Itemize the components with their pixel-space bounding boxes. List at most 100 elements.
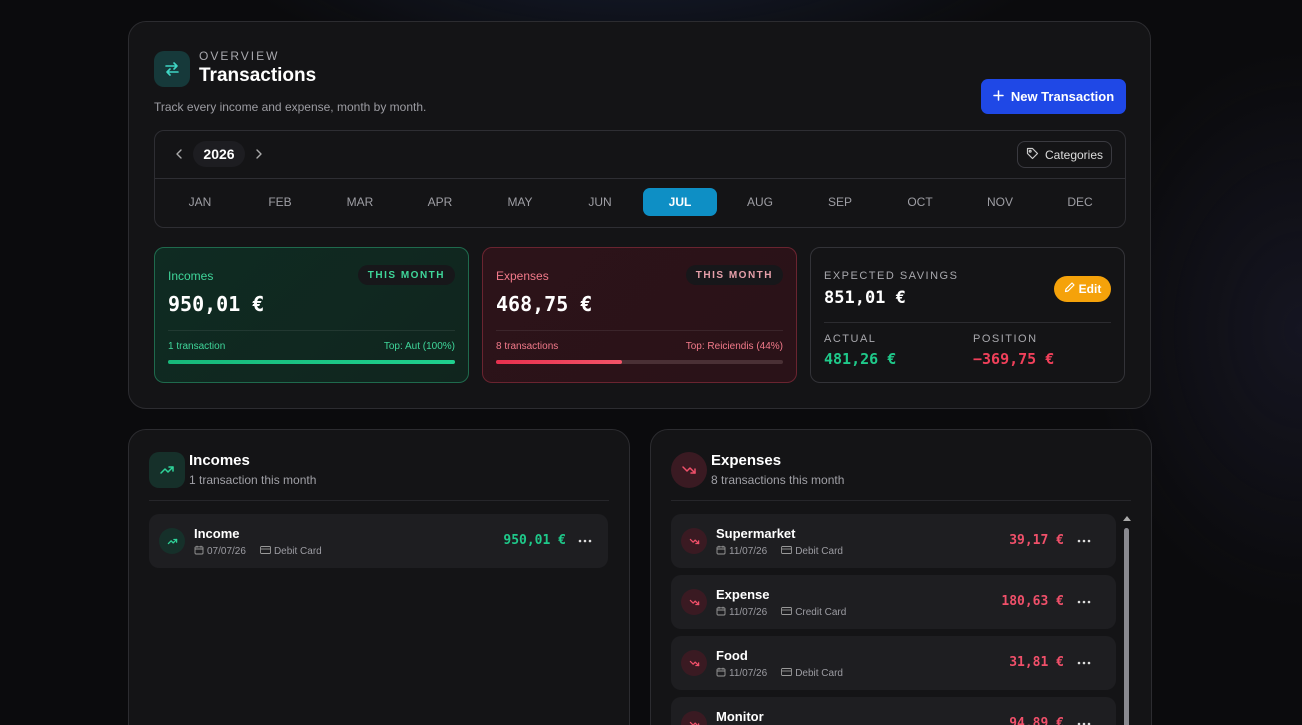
actual-label: ACTUAL [824,333,877,345]
incomes-list: Income 07/07/26 Debit Card 950,01 € [149,514,608,575]
overview-panel: OVERVIEW Transactions Track every income… [128,21,1151,409]
edit-savings-button[interactable]: Edit [1054,276,1111,302]
tab-month-dec[interactable]: DEC [1043,188,1117,216]
page-title: Transactions [199,65,317,86]
expense-list-item[interactable]: Supermarket 11/07/26 Debit Card 39,17 € [671,514,1116,568]
credit-card-icon [781,545,793,558]
calendar-icon [716,545,726,558]
transaction-amount: 39,17 € [1009,533,1064,548]
more-options-button[interactable] [575,528,595,548]
trending-up-icon [159,528,185,554]
tab-month-jun[interactable]: JUN [563,188,637,216]
scrollbar-thumb[interactable] [1124,528,1129,725]
more-options-button[interactable] [1074,711,1094,725]
transaction-date: 07/07/26 [207,546,246,557]
payment-method: Debit Card [795,546,843,557]
tab-month-mar[interactable]: MAR [323,188,397,216]
expenses-summary-card: Expenses THIS MONTH 468,75 € 8 transacti… [482,247,797,383]
payment-method: Credit Card [795,607,847,618]
payment-method: Debit Card [795,668,843,679]
scroll-up-arrow-icon[interactable] [1123,516,1131,521]
page-eyebrow: OVERVIEW [199,49,280,63]
tab-month-nov[interactable]: NOV [963,188,1037,216]
incomes-count: 1 transaction [168,341,226,352]
trending-down-icon [671,452,707,488]
calendar-icon [716,606,726,619]
expenses-scrollbar[interactable] [1121,514,1133,725]
more-options-button[interactable] [1074,589,1094,609]
tab-month-feb[interactable]: FEB [243,188,317,216]
transfer-icon [154,51,190,87]
more-options-button[interactable] [1074,528,1094,548]
incomes-section-subtitle: 1 transaction this month [189,473,317,487]
tab-month-apr[interactable]: APR [403,188,477,216]
ellipsis-icon [1077,652,1091,668]
tab-month-aug[interactable]: AUG [723,188,797,216]
trending-down-icon [681,528,707,554]
expenses-progress-fill [496,360,623,364]
page-subtitle: Track every income and expense, month by… [154,100,427,114]
this-month-badge: THIS MONTH [685,265,783,285]
actual-value: 481,26 € [824,350,897,368]
expenses-list: Supermarket 11/07/26 Debit Card 39,17 € … [671,514,1116,725]
next-year-button[interactable] [249,145,269,165]
position-value: −369,75 € [973,350,1055,368]
card-divider [168,330,455,331]
section-divider [149,500,609,501]
incomes-card-label: Incomes [168,269,214,283]
expenses-count: 8 transactions [496,341,559,352]
pencil-icon [1064,282,1075,296]
tab-month-jul[interactable]: JUL [643,188,717,216]
categories-label: Categories [1044,147,1104,162]
previous-year-button[interactable] [169,145,189,165]
month-tabs: JAN FEB MAR APR MAY JUN JUL AUG SEP OCT … [163,188,1117,216]
month-bar-divider [155,178,1125,179]
credit-card-icon [781,606,793,619]
tab-month-may[interactable]: MAY [483,188,557,216]
ellipsis-icon [1077,713,1091,725]
expense-list-item[interactable]: Monitor 94,89 € [671,697,1116,725]
expenses-card-label: Expenses [496,269,549,283]
expected-savings-card: EXPECTED SAVINGS 851,01 € Edit ACTUAL 48… [810,247,1125,383]
transaction-date: 11/07/26 [729,546,768,557]
trending-down-icon [681,589,707,615]
credit-card-icon [259,545,271,558]
categories-button[interactable]: Categories [1017,141,1112,168]
transaction-name: Expense [716,587,770,602]
credit-card-icon [781,667,793,680]
transaction-meta: 11/07/26 Debit Card [716,667,843,680]
tab-month-jan[interactable]: JAN [163,188,237,216]
more-options-button[interactable] [1074,650,1094,670]
expense-list-item[interactable]: Food 11/07/26 Debit Card 31,81 € [671,636,1116,690]
expenses-top-category: Top: Reiciendis (44%) [685,341,783,352]
expenses-total: 468,75 € [496,292,593,316]
expected-savings-label: EXPECTED SAVINGS [824,270,959,282]
incomes-progress-fill [168,360,455,364]
calendar-icon [194,545,204,558]
transaction-amount: 94,89 € [1009,716,1064,725]
expense-list-item[interactable]: Expense 11/07/26 Credit Card 180,63 € [671,575,1116,629]
new-transaction-button[interactable]: New Transaction [981,79,1126,114]
incomes-panel: Incomes 1 transaction this month Income … [128,429,630,725]
expenses-section-title: Expenses [711,452,782,469]
transaction-name: Food [716,648,748,663]
transaction-name: Income [194,526,240,541]
expenses-section-subtitle: 8 transactions this month [711,473,845,487]
incomes-section-title: Incomes [189,452,250,469]
transaction-date: 11/07/26 [729,668,768,679]
tab-month-oct[interactable]: OCT [883,188,957,216]
month-selector: 2026 Categories JAN FEB MAR APR MAY JUN … [154,130,1126,228]
transaction-name: Monitor [716,709,764,724]
transaction-meta: 11/07/26 Credit Card [716,606,846,619]
card-divider [496,330,783,331]
transaction-amount: 180,63 € [1001,594,1064,609]
tab-month-sep[interactable]: SEP [803,188,877,216]
incomes-total: 950,01 € [168,292,265,316]
income-list-item[interactable]: Income 07/07/26 Debit Card 950,01 € [149,514,608,568]
incomes-summary-card: Incomes THIS MONTH 950,01 € 1 transactio… [154,247,469,383]
incomes-progress-track [168,360,455,364]
transaction-name: Supermarket [716,526,796,541]
ellipsis-icon [1077,591,1091,607]
expenses-panel: Expenses 8 transactions this month Super… [650,429,1152,725]
expenses-progress-track [496,360,783,364]
